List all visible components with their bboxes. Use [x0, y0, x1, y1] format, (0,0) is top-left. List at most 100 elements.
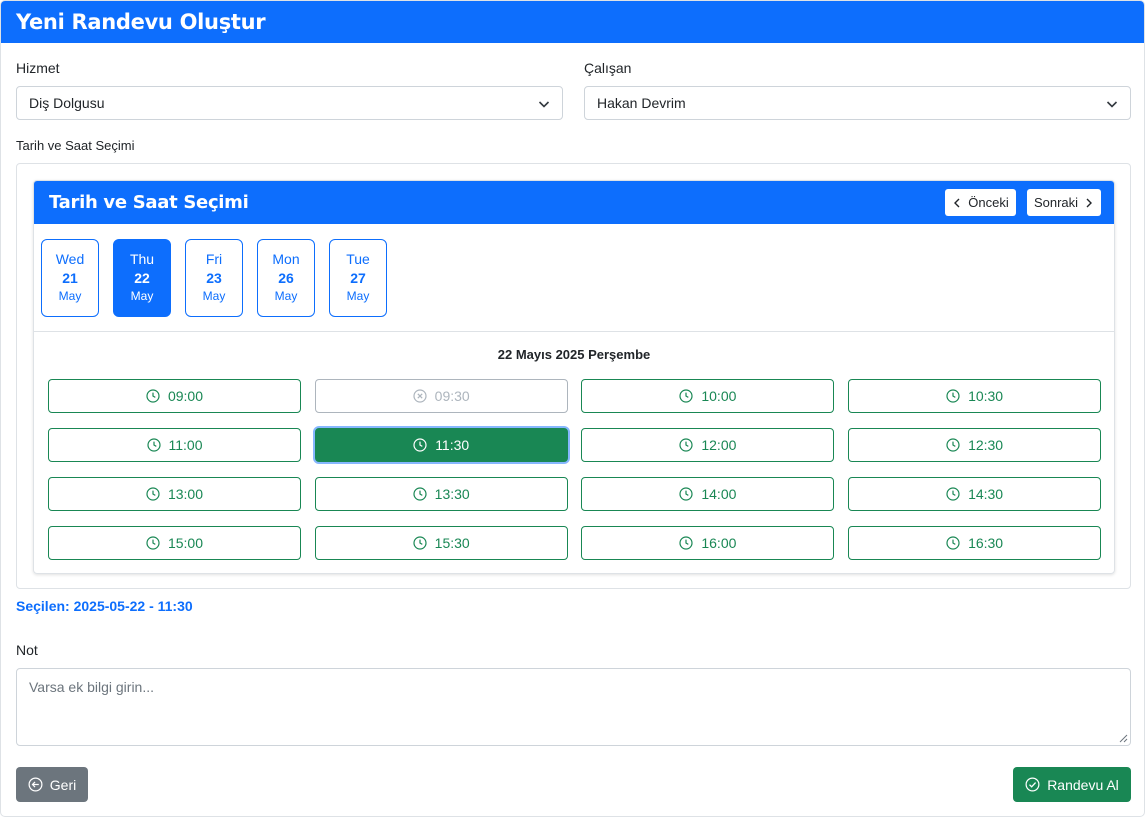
day-name: Tue — [346, 251, 370, 267]
chevron-left-icon — [954, 198, 960, 207]
time-slot-button[interactable]: 16:00 — [581, 526, 835, 560]
day-card[interactable]: Tue 27 May — [329, 239, 387, 317]
clock-icon — [146, 536, 160, 550]
employee-select[interactable]: Hakan Devrim — [584, 86, 1131, 120]
time-slot-button[interactable]: 15:30 — [314, 526, 568, 560]
time-slot-button[interactable]: 10:00 — [581, 379, 835, 413]
back-button[interactable]: Geri — [16, 767, 88, 802]
clock-icon — [413, 487, 427, 501]
next-button-label: Sonraki — [1033, 195, 1079, 210]
x-circle-icon — [413, 389, 427, 403]
day-month: May — [58, 289, 82, 303]
day-card[interactable]: Thu 22 May — [113, 239, 171, 317]
time-slot-label: 14:00 — [701, 486, 737, 502]
service-select-value: Diş Dolgusu — [29, 95, 105, 111]
submit-appointment-button[interactable]: Randevu Al — [1013, 767, 1131, 802]
time-slot-button[interactable]: 13:00 — [48, 477, 301, 511]
note-label: Not — [16, 642, 38, 658]
datetime-label: Tarih ve Saat Seçimi — [16, 138, 135, 153]
day-card[interactable]: Fri 23 May — [185, 239, 243, 317]
clock-icon — [413, 536, 427, 550]
time-slot-label: 12:00 — [701, 437, 737, 453]
clock-icon — [679, 487, 693, 501]
time-slot-button[interactable]: 10:30 — [848, 379, 1102, 413]
time-slot-label: 14:30 — [968, 486, 1004, 502]
day-date: 27 — [350, 270, 366, 286]
time-slot-label: 11:30 — [435, 437, 470, 453]
prev-button[interactable]: Önceki — [945, 189, 1016, 216]
time-slot-button[interactable]: 09:00 — [48, 379, 301, 413]
time-slot-label: 15:30 — [434, 535, 470, 551]
employee-label: Çalışan — [584, 60, 632, 76]
clock-icon — [946, 438, 960, 452]
clock-icon — [679, 438, 693, 452]
day-card[interactable]: Wed 21 May — [41, 239, 99, 317]
time-slot-button[interactable]: 11:00 — [48, 428, 301, 462]
time-slot-label: 11:00 — [168, 437, 203, 453]
time-slot-button[interactable]: 13:30 — [314, 477, 568, 511]
time-slot-button[interactable]: 16:30 — [848, 526, 1102, 560]
check-circle-icon — [1025, 777, 1040, 792]
clock-icon — [946, 536, 960, 550]
selected-date-title: 22 Mayıs 2025 Perşembe — [497, 347, 651, 362]
chevron-right-icon — [1086, 198, 1093, 207]
service-select[interactable]: Diş Dolgusu — [16, 86, 563, 120]
time-slot-button[interactable]: 11:30 — [314, 428, 568, 462]
note-placeholder: Varsa ek bilgi girin... — [29, 679, 155, 695]
time-slot-label: 09:30 — [434, 388, 470, 404]
time-slot-label: 13:30 — [434, 486, 470, 502]
page-title: Yeni Randevu Oluştur — [16, 10, 266, 34]
clock-icon — [946, 487, 960, 501]
clock-icon — [146, 438, 161, 452]
clock-icon — [679, 389, 693, 403]
day-date: 22 — [134, 270, 150, 286]
arrow-left-circle-icon — [28, 777, 43, 792]
time-slot-button[interactable]: 15:00 — [48, 526, 301, 560]
clock-icon — [946, 389, 960, 403]
day-selector: Wed 21 May Thu 22 May Fri 23 May Mon 26 May Tue 27 May — [34, 224, 1114, 332]
time-slot-label: 10:30 — [968, 388, 1004, 404]
time-slot-label: 16:00 — [701, 535, 737, 551]
day-month: May — [130, 289, 154, 303]
chevron-down-icon — [538, 101, 550, 108]
datetime-picker: Tarih ve Saat Seçimi Önceki Sonraki Wed 2… — [33, 180, 1115, 574]
time-slot-button[interactable]: 14:00 — [581, 477, 835, 511]
time-slot-label: 15:00 — [167, 535, 204, 551]
time-slot-label: 12:30 — [968, 437, 1004, 453]
day-date: 23 — [206, 270, 222, 286]
day-card[interactable]: Mon 26 May — [257, 239, 315, 317]
time-slot-button[interactable]: 12:00 — [581, 428, 835, 462]
note-textarea[interactable]: Varsa ek bilgi girin... — [16, 668, 1131, 746]
employee-select-value: Hakan Devrim — [597, 95, 686, 111]
chevron-down-icon — [1106, 101, 1118, 108]
clock-icon — [146, 389, 160, 403]
clock-icon — [679, 536, 693, 550]
day-month: May — [346, 289, 370, 303]
time-slot-button[interactable]: 12:30 — [848, 428, 1102, 462]
day-date: 26 — [278, 270, 294, 286]
next-button[interactable]: Sonraki — [1027, 189, 1101, 216]
day-month: May — [274, 289, 298, 303]
service-label: Hizmet — [16, 60, 60, 76]
day-name: Thu — [129, 251, 155, 267]
card-header: Yeni Randevu Oluştur — [1, 1, 1144, 43]
time-slot-label: 10:00 — [701, 388, 737, 404]
day-month: May — [202, 289, 226, 303]
clock-icon — [146, 487, 160, 501]
day-name: Wed — [55, 251, 85, 267]
day-name: Fri — [205, 251, 223, 267]
submit-button-label: Randevu Al — [1047, 776, 1119, 793]
day-name: Mon — [272, 251, 300, 267]
appointment-card: Yeni Randevu Oluştur Hizmet Diş Dolgusu … — [0, 0, 1145, 817]
picker-title: Tarih ve Saat Seçimi — [49, 192, 249, 213]
prev-button-label: Önceki — [968, 195, 1009, 210]
time-slot-button[interactable]: 14:30 — [848, 477, 1102, 511]
picker-header: Tarih ve Saat Seçimi Önceki Sonraki — [34, 181, 1114, 224]
resize-grip-icon[interactable] — [1119, 734, 1128, 743]
datetime-picker-container: Tarih ve Saat Seçimi Önceki Sonraki Wed 2… — [16, 163, 1131, 589]
clock-icon — [413, 438, 427, 452]
selected-datetime-text: Seçilen: 2025-05-22 - 11:30 — [16, 598, 193, 614]
time-slot-button: 09:30 — [314, 379, 568, 413]
time-slot-label: 13:00 — [167, 486, 204, 502]
time-slot-label: 09:00 — [167, 388, 204, 404]
